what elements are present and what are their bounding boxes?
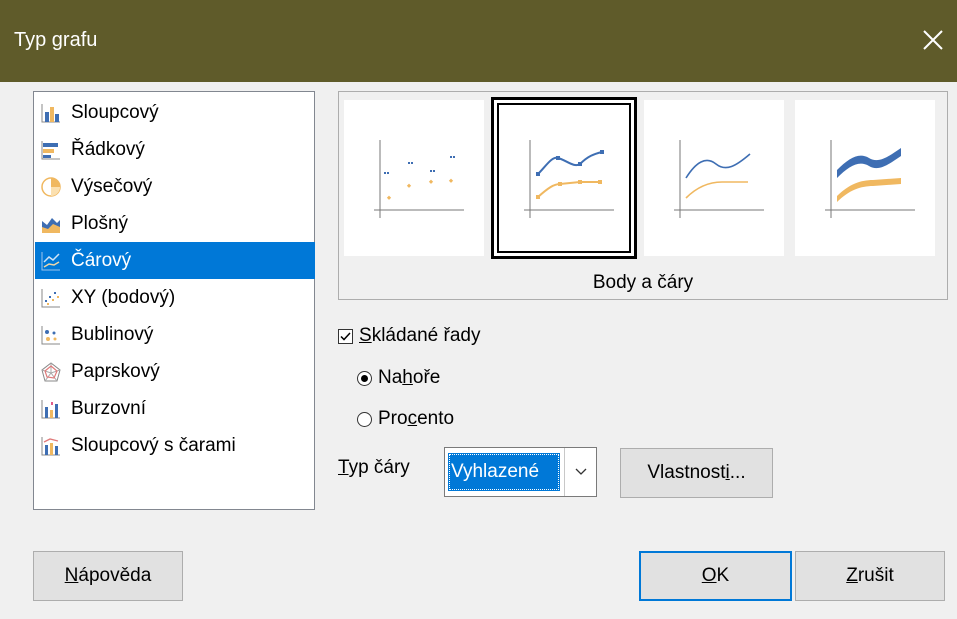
chart-type-item-bar[interactable]: Řádkový [35, 131, 315, 168]
radio-on-top[interactable]: Nahoře [357, 367, 440, 389]
title-bar: Typ grafu [0, 0, 957, 82]
chart-type-item-column-line[interactable]: Sloupcový s čarami [35, 427, 315, 464]
line-chart-icon [41, 251, 60, 270]
chart-type-label: Bublinový [71, 323, 154, 345]
chart-type-item-area[interactable]: Plošný [35, 205, 315, 242]
radio-percent-label: Procento [378, 408, 455, 429]
chart-type-label: Čárový [71, 249, 132, 271]
checkmark-icon [340, 331, 351, 341]
chart-type-item-bubble[interactable]: Bublinový [35, 316, 315, 353]
line-type-label: Typ čáry [338, 457, 410, 478]
lines-only-thumbnail-icon [674, 140, 764, 218]
column-chart-icon [41, 103, 60, 122]
3d-lines-thumbnail-icon [825, 140, 915, 218]
variant-points-and-lines[interactable] [491, 97, 637, 259]
points-only-thumbnail-icon [374, 140, 464, 218]
chart-type-item-column[interactable]: Sloupcový [35, 94, 315, 131]
window-title: Typ grafu [14, 29, 98, 51]
chart-variant-panel: Body a čáry [338, 91, 948, 300]
radio-on-top-label: Nahoře [378, 367, 441, 388]
variant-label: Body a čáry [592, 272, 694, 293]
chart-type-item-pie[interactable]: Výsečový [35, 168, 315, 205]
chart-type-item-line[interactable]: Čárový [35, 242, 315, 279]
pie-chart-icon [41, 176, 61, 197]
stacked-series-label: Skládané řady [359, 325, 481, 346]
radio-button[interactable] [357, 370, 372, 386]
chart-type-list[interactable]: Sloupcový Řádkový Výsečový Plošný Čárový… [33, 91, 315, 510]
points-and-lines-thumbnail-icon [524, 140, 614, 218]
chart-type-item-xy[interactable]: XY (bodový) [35, 279, 315, 316]
chart-type-label: Sloupcový s čarami [71, 434, 236, 456]
dropdown-arrow[interactable] [564, 448, 596, 496]
chart-type-label: Burzovní [71, 397, 146, 419]
chart-type-label: XY (bodový) [71, 286, 176, 308]
variant-lines-only[interactable] [644, 100, 784, 256]
area-chart-icon [42, 217, 60, 233]
ok-button[interactable]: OK [639, 551, 792, 601]
variant-3d-lines[interactable] [795, 100, 935, 256]
chart-type-dialog: Sloupcový Řádkový Výsečový Plošný Čárový… [0, 82, 957, 619]
radio-button[interactable] [357, 411, 372, 427]
chart-type-label: Paprskový [71, 360, 160, 382]
close-button[interactable] [915, 22, 951, 58]
close-icon [923, 30, 943, 50]
chart-type-label: Plošný [71, 212, 129, 234]
chart-type-label: Sloupcový [71, 101, 159, 123]
bubble-chart-icon [41, 325, 60, 344]
checkbox-box[interactable] [338, 328, 353, 344]
net-chart-icon [41, 361, 61, 381]
line-type-dropdown[interactable]: Vyhlazené [444, 447, 597, 497]
variant-points-only[interactable] [344, 100, 484, 256]
chart-type-label: Výsečový [71, 175, 153, 197]
bar-chart-icon [41, 140, 60, 159]
cancel-button[interactable]: Zrušit [795, 551, 945, 601]
column-and-line-icon [41, 436, 60, 455]
radio-percent[interactable]: Procento [357, 408, 454, 430]
xy-scatter-icon [41, 288, 60, 307]
chevron-down-icon [575, 468, 586, 475]
help-button[interactable]: Nápověda [33, 551, 183, 601]
stacked-series-checkbox[interactable]: Skládané řady [338, 325, 480, 347]
chart-type-item-stock[interactable]: Burzovní [35, 390, 315, 427]
stock-chart-icon [41, 399, 60, 418]
chart-type-label: Řádkový [71, 138, 145, 160]
chart-type-item-net[interactable]: Paprskový [35, 353, 315, 390]
properties-button[interactable]: Vlastnosti... [620, 448, 773, 498]
line-type-value: Vyhlazené [448, 453, 560, 491]
